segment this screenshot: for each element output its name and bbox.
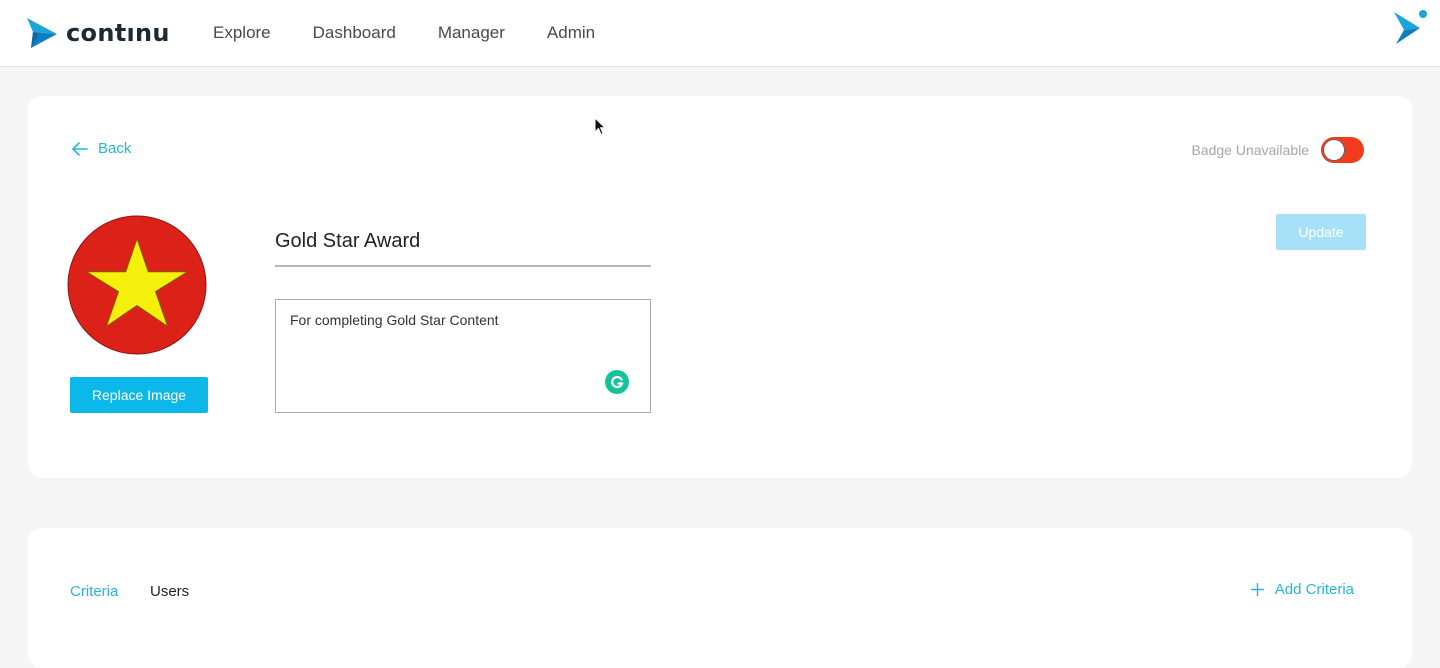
- nav-admin[interactable]: Admin: [547, 23, 595, 43]
- plus-icon: [1250, 583, 1264, 596]
- availability-label: Badge Unavailable: [1191, 142, 1309, 158]
- tab-users[interactable]: Users: [150, 583, 189, 600]
- availability-toggle-group: Badge Unavailable: [1191, 137, 1364, 163]
- badge-editor-card: Back Badge Unavailable Replace Image Gol…: [28, 96, 1412, 478]
- toggle-knob: [1323, 139, 1345, 161]
- availability-toggle[interactable]: [1321, 137, 1364, 163]
- add-criteria-button[interactable]: Add Criteria: [1250, 581, 1354, 598]
- mouse-cursor-icon: [594, 117, 606, 136]
- nav-explore[interactable]: Explore: [213, 23, 271, 43]
- top-navigation-bar: contınu Explore Dashboard Manager Admin: [0, 0, 1440, 67]
- badge-description-textarea[interactable]: For completing Gold Star Content: [275, 299, 651, 413]
- criteria-users-card: Criteria Users Add Criteria: [28, 528, 1412, 668]
- back-label: Back: [98, 140, 132, 157]
- badge-description-text: For completing Gold Star Content: [290, 312, 499, 328]
- grammarly-icon[interactable]: [605, 370, 629, 394]
- replace-image-button[interactable]: Replace Image: [70, 377, 208, 413]
- brand-name: contınu: [66, 19, 170, 47]
- continu-mark-icon[interactable]: [1392, 10, 1430, 46]
- badge-image: [67, 215, 207, 355]
- update-button[interactable]: Update: [1276, 214, 1366, 250]
- arrow-left-icon: [72, 141, 88, 156]
- nav-manager[interactable]: Manager: [438, 23, 505, 43]
- main-nav: Explore Dashboard Manager Admin: [213, 0, 637, 66]
- add-criteria-label: Add Criteria: [1274, 581, 1354, 598]
- nav-dashboard[interactable]: Dashboard: [313, 23, 396, 43]
- back-link[interactable]: Back: [72, 140, 131, 157]
- tab-criteria[interactable]: Criteria: [70, 583, 118, 600]
- badge-name-input[interactable]: Gold Star Award: [275, 222, 651, 267]
- brand-logo[interactable]: contınu: [25, 16, 170, 50]
- continu-logo-icon: [27, 18, 57, 48]
